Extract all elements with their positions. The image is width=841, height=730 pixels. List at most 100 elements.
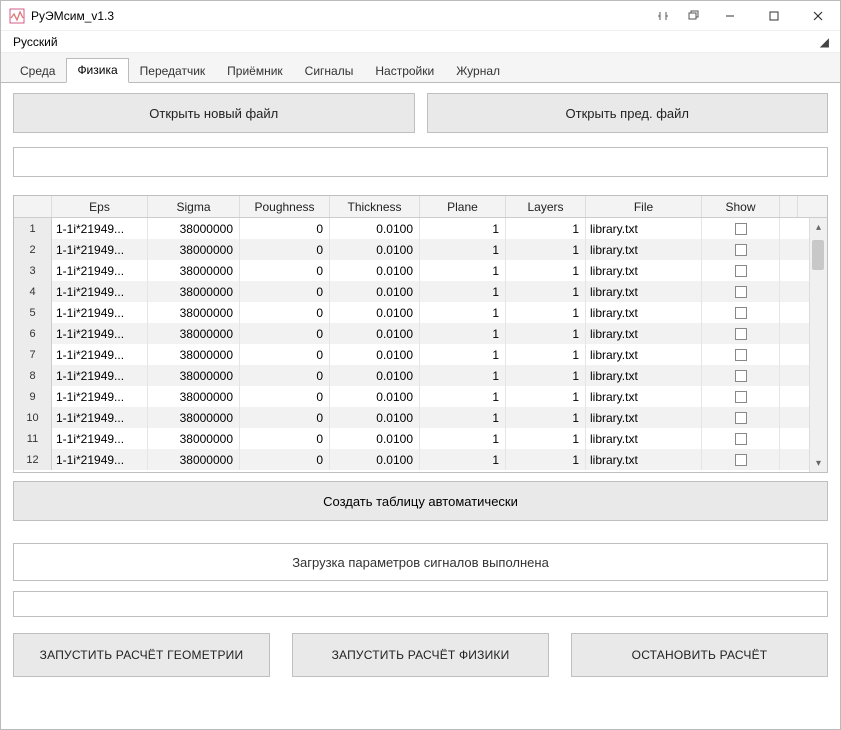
- cell-file[interactable]: library.txt: [586, 260, 702, 281]
- cell-poughness[interactable]: 0: [240, 365, 330, 386]
- cell-sigma[interactable]: 38000000: [148, 218, 240, 239]
- cell-sigma[interactable]: 38000000: [148, 323, 240, 344]
- cell-eps[interactable]: 1-1i*21949...: [52, 260, 148, 281]
- th-layers[interactable]: Layers: [506, 196, 586, 217]
- cell-show[interactable]: [702, 428, 780, 449]
- cell-layers[interactable]: 1: [506, 407, 586, 428]
- cell-file[interactable]: library.txt: [586, 449, 702, 470]
- cell-sigma[interactable]: 38000000: [148, 407, 240, 428]
- cell-poughness[interactable]: 0: [240, 260, 330, 281]
- table-row[interactable]: 21-1i*21949...3800000000.010011library.t…: [14, 239, 827, 260]
- cell-eps[interactable]: 1-1i*21949...: [52, 449, 148, 470]
- cell-sigma[interactable]: 38000000: [148, 239, 240, 260]
- table-row[interactable]: 121-1i*21949...3800000000.010011library.…: [14, 449, 827, 470]
- cell-sigma[interactable]: 38000000: [148, 386, 240, 407]
- cell-eps[interactable]: 1-1i*21949...: [52, 407, 148, 428]
- cell-file[interactable]: library.txt: [586, 344, 702, 365]
- cell-plane[interactable]: 1: [420, 323, 506, 344]
- tab-signals[interactable]: Сигналы: [294, 59, 365, 83]
- cell-eps[interactable]: 1-1i*21949...: [52, 428, 148, 449]
- cell-file[interactable]: library.txt: [586, 239, 702, 260]
- cell-poughness[interactable]: 0: [240, 407, 330, 428]
- tab-transmitter[interactable]: Передатчик: [129, 59, 217, 83]
- cell-plane[interactable]: 1: [420, 428, 506, 449]
- menu-dropdown-icon[interactable]: ◢: [815, 35, 834, 49]
- cell-sigma[interactable]: 38000000: [148, 302, 240, 323]
- show-checkbox[interactable]: [735, 307, 747, 319]
- table-row[interactable]: 81-1i*21949...3800000000.010011library.t…: [14, 365, 827, 386]
- dock-icon[interactable]: [648, 1, 678, 31]
- table-row[interactable]: 101-1i*21949...3800000000.010011library.…: [14, 407, 827, 428]
- cell-poughness[interactable]: 0: [240, 218, 330, 239]
- minimize-button[interactable]: [708, 1, 752, 31]
- cell-thickness[interactable]: 0.0100: [330, 281, 420, 302]
- show-checkbox[interactable]: [735, 391, 747, 403]
- th-poughness[interactable]: Poughness: [240, 196, 330, 217]
- cell-poughness[interactable]: 0: [240, 281, 330, 302]
- cell-show[interactable]: [702, 302, 780, 323]
- cell-show[interactable]: [702, 344, 780, 365]
- cell-plane[interactable]: 1: [420, 239, 506, 260]
- cell-thickness[interactable]: 0.0100: [330, 428, 420, 449]
- cell-layers[interactable]: 1: [506, 344, 586, 365]
- table-row[interactable]: 41-1i*21949...3800000000.010011library.t…: [14, 281, 827, 302]
- cell-poughness[interactable]: 0: [240, 386, 330, 407]
- run-geometry-button[interactable]: ЗАПУСТИТЬ РАСЧЁТ ГЕОМЕТРИИ: [13, 633, 270, 677]
- table-row[interactable]: 31-1i*21949...3800000000.010011library.t…: [14, 260, 827, 281]
- show-checkbox[interactable]: [735, 349, 747, 361]
- th-file[interactable]: File: [586, 196, 702, 217]
- th-show[interactable]: Show: [702, 196, 780, 217]
- maximize-button[interactable]: [752, 1, 796, 31]
- cell-plane[interactable]: 1: [420, 344, 506, 365]
- show-checkbox[interactable]: [735, 433, 747, 445]
- cell-eps[interactable]: 1-1i*21949...: [52, 302, 148, 323]
- table-row[interactable]: 71-1i*21949...3800000000.010011library.t…: [14, 344, 827, 365]
- vertical-scrollbar[interactable]: ▴ ▾: [809, 218, 827, 472]
- cell-show[interactable]: [702, 218, 780, 239]
- cell-poughness[interactable]: 0: [240, 344, 330, 365]
- cell-plane[interactable]: 1: [420, 407, 506, 428]
- show-checkbox[interactable]: [735, 328, 747, 340]
- cell-layers[interactable]: 1: [506, 260, 586, 281]
- cell-show[interactable]: [702, 281, 780, 302]
- close-button[interactable]: [796, 1, 840, 31]
- cell-sigma[interactable]: 38000000: [148, 365, 240, 386]
- create-table-auto-button[interactable]: Создать таблицу автоматически: [13, 481, 828, 521]
- show-checkbox[interactable]: [735, 454, 747, 466]
- scroll-thumb[interactable]: [812, 240, 824, 270]
- cell-thickness[interactable]: 0.0100: [330, 449, 420, 470]
- th-thickness[interactable]: Thickness: [330, 196, 420, 217]
- tab-physics[interactable]: Физика: [66, 58, 128, 83]
- table-row[interactable]: 111-1i*21949...3800000000.010011library.…: [14, 428, 827, 449]
- cell-eps[interactable]: 1-1i*21949...: [52, 386, 148, 407]
- cell-show[interactable]: [702, 260, 780, 281]
- cell-thickness[interactable]: 0.0100: [330, 386, 420, 407]
- tab-settings[interactable]: Настройки: [364, 59, 445, 83]
- tab-receiver[interactable]: Приёмник: [216, 59, 294, 83]
- cell-eps[interactable]: 1-1i*21949...: [52, 365, 148, 386]
- table-row[interactable]: 51-1i*21949...3800000000.010011library.t…: [14, 302, 827, 323]
- cell-thickness[interactable]: 0.0100: [330, 239, 420, 260]
- cell-thickness[interactable]: 0.0100: [330, 302, 420, 323]
- cell-eps[interactable]: 1-1i*21949...: [52, 281, 148, 302]
- show-checkbox[interactable]: [735, 244, 747, 256]
- cell-thickness[interactable]: 0.0100: [330, 218, 420, 239]
- cell-file[interactable]: library.txt: [586, 365, 702, 386]
- cell-layers[interactable]: 1: [506, 386, 586, 407]
- cell-layers[interactable]: 1: [506, 239, 586, 260]
- th-eps[interactable]: Eps: [52, 196, 148, 217]
- show-checkbox[interactable]: [735, 223, 747, 235]
- cell-layers[interactable]: 1: [506, 365, 586, 386]
- run-physics-button[interactable]: ЗАПУСТИТЬ РАСЧЁТ ФИЗИКИ: [292, 633, 549, 677]
- cell-file[interactable]: library.txt: [586, 386, 702, 407]
- file-path-input[interactable]: [13, 147, 828, 177]
- cell-file[interactable]: library.txt: [586, 407, 702, 428]
- cell-sigma[interactable]: 38000000: [148, 344, 240, 365]
- cell-eps[interactable]: 1-1i*21949...: [52, 323, 148, 344]
- cell-layers[interactable]: 1: [506, 323, 586, 344]
- cell-show[interactable]: [702, 323, 780, 344]
- cell-file[interactable]: library.txt: [586, 323, 702, 344]
- cell-plane[interactable]: 1: [420, 260, 506, 281]
- cell-poughness[interactable]: 0: [240, 302, 330, 323]
- cell-show[interactable]: [702, 386, 780, 407]
